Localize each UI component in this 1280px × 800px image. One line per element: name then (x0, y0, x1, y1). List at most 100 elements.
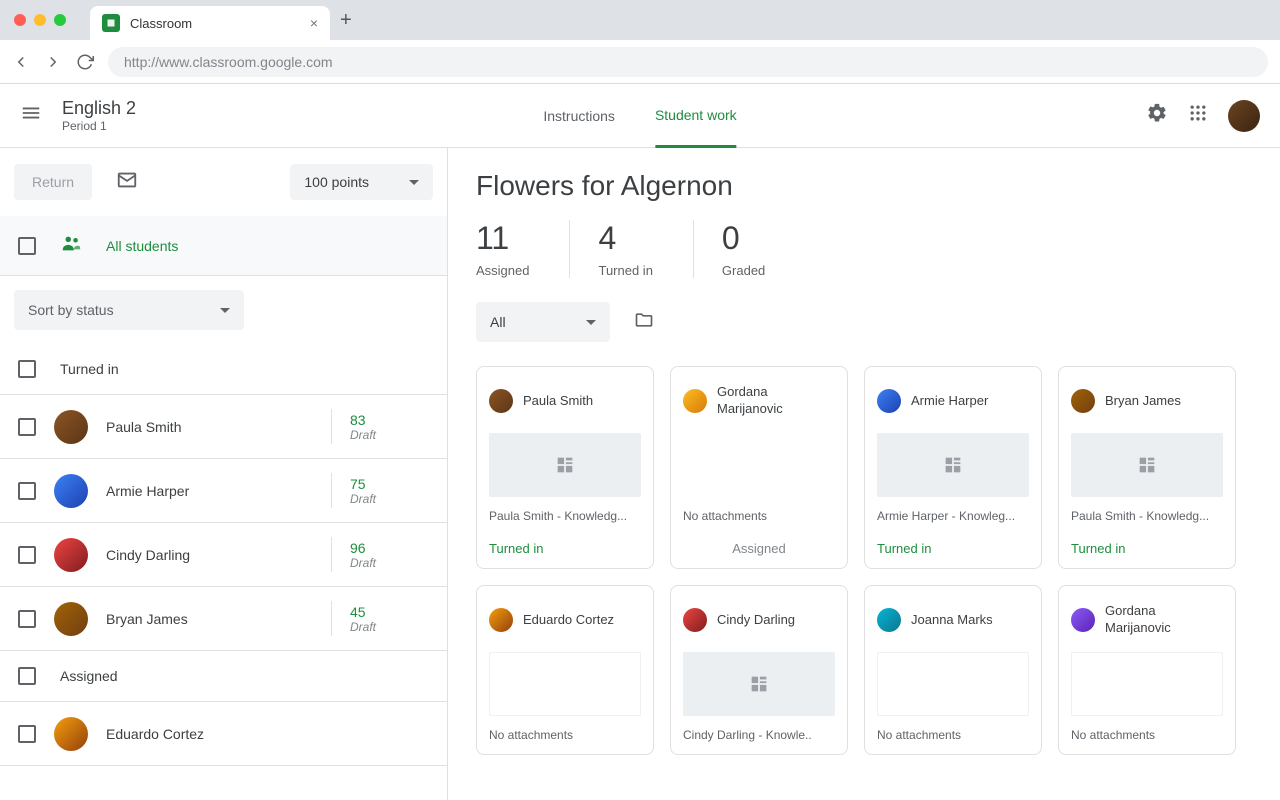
folder-icon[interactable] (634, 310, 654, 335)
student-checkbox[interactable] (18, 725, 36, 743)
browser-tab[interactable]: Classroom × (90, 6, 330, 40)
card-preview (1071, 652, 1223, 716)
student-name: Paula Smith (106, 419, 181, 435)
student-name: Armie Harper (106, 483, 189, 499)
stat-number: 4 (598, 220, 652, 257)
student-avatar (54, 410, 88, 444)
student-row[interactable]: Cindy Darling 96 Draft (0, 523, 447, 587)
student-name: Cindy Darling (106, 547, 190, 563)
card-avatar (877, 389, 901, 413)
student-card[interactable]: Bryan James Paula Smith - Knowledg... Tu… (1058, 366, 1236, 569)
card-preview (489, 652, 641, 716)
close-tab-icon[interactable]: × (310, 15, 318, 31)
grade-cell[interactable]: 96 Draft (331, 537, 376, 572)
student-checkbox[interactable] (18, 546, 36, 564)
return-button[interactable]: Return (14, 164, 92, 200)
group-checkbox[interactable] (18, 360, 36, 378)
minimize-window-icon[interactable] (34, 14, 46, 26)
student-card[interactable]: Gordana Marijanovic No attachments Assig… (670, 366, 848, 569)
new-tab-button[interactable]: + (340, 9, 352, 32)
card-preview (877, 652, 1029, 716)
student-name: Eduardo Cortez (106, 726, 204, 742)
email-icon[interactable] (116, 169, 138, 196)
grade-status: Draft (350, 556, 376, 570)
address-bar[interactable]: http://www.classroom.google.com (108, 47, 1268, 77)
student-row[interactable]: Armie Harper 75 Draft (0, 459, 447, 523)
card-status: Turned in (877, 541, 1029, 556)
settings-icon[interactable] (1146, 102, 1168, 129)
student-card[interactable]: Eduardo Cortez No attachments (476, 585, 654, 755)
people-icon (60, 232, 82, 259)
student-card[interactable]: Joanna Marks No attachments (864, 585, 1042, 755)
points-dropdown[interactable]: 100 points (290, 164, 433, 200)
app-header: English 2 Period 1 Instructions Student … (0, 84, 1280, 148)
card-file-label: Paula Smith - Knowledg... (489, 509, 641, 523)
card-file-label: Armie Harper - Knowleg... (877, 509, 1029, 523)
stat-label: Assigned (476, 263, 529, 278)
student-checkbox[interactable] (18, 482, 36, 500)
account-avatar[interactable] (1228, 100, 1260, 132)
group-checkbox[interactable] (18, 667, 36, 685)
points-label: 100 points (304, 174, 369, 190)
student-checkbox[interactable] (18, 610, 36, 628)
grade-value: 45 (350, 604, 376, 620)
select-all-checkbox[interactable] (18, 237, 36, 255)
tab-student-work[interactable]: Student work (655, 84, 737, 148)
filter-label: All (490, 314, 506, 330)
window-controls (0, 14, 80, 26)
card-file-label: No attachments (683, 509, 835, 523)
student-row[interactable]: Eduardo Cortez (0, 702, 447, 766)
stats-row: 11 Assigned4 Turned in0 Graded (476, 220, 1252, 278)
browser-chrome: Classroom × + (0, 0, 1280, 40)
back-button[interactable] (12, 53, 30, 71)
maximize-window-icon[interactable] (54, 14, 66, 26)
all-students-row[interactable]: All students (0, 216, 447, 276)
class-period: Period 1 (62, 119, 136, 133)
student-card[interactable]: Paula Smith Paula Smith - Knowledg... Tu… (476, 366, 654, 569)
menu-button[interactable] (20, 102, 42, 129)
card-student-name: Cindy Darling (717, 612, 795, 629)
student-row[interactable]: Bryan James 45 Draft (0, 587, 447, 651)
sort-dropdown[interactable]: Sort by status (14, 290, 244, 330)
classroom-favicon (102, 14, 120, 32)
forward-button[interactable] (44, 53, 62, 71)
card-preview (877, 433, 1029, 497)
card-file-label: Cindy Darling - Knowle.. (683, 728, 835, 742)
student-avatar (54, 474, 88, 508)
card-student-name: Joanna Marks (911, 612, 993, 629)
apps-icon[interactable] (1188, 103, 1208, 128)
main-panel: Flowers for Algernon 11 Assigned4 Turned… (448, 148, 1280, 800)
reload-button[interactable] (76, 53, 94, 71)
card-status: Turned in (1071, 541, 1223, 556)
tab-instructions[interactable]: Instructions (543, 84, 615, 148)
student-checkbox[interactable] (18, 418, 36, 436)
student-avatar (54, 538, 88, 572)
url-text: http://www.classroom.google.com (124, 54, 333, 70)
card-student-name: Paula Smith (523, 393, 593, 410)
student-row[interactable]: Paula Smith 83 Draft (0, 395, 447, 459)
student-card[interactable]: Gordana Marijanovic No attachments (1058, 585, 1236, 755)
filter-dropdown[interactable]: All (476, 302, 610, 342)
student-card[interactable]: Armie Harper Armie Harper - Knowleg... T… (864, 366, 1042, 569)
grade-cell[interactable]: 45 Draft (331, 601, 376, 636)
card-preview (489, 433, 641, 497)
student-card[interactable]: Cindy Darling Cindy Darling - Knowle.. (670, 585, 848, 755)
close-window-icon[interactable] (14, 14, 26, 26)
stat-label: Turned in (598, 263, 652, 278)
student-name: Bryan James (106, 611, 188, 627)
class-info[interactable]: English 2 Period 1 (62, 98, 136, 133)
grade-cell[interactable]: 83 Draft (331, 409, 376, 444)
card-student-name: Eduardo Cortez (523, 612, 614, 629)
card-student-name: Gordana Marijanovic (1105, 603, 1223, 637)
card-file-label: No attachments (1071, 728, 1223, 742)
group-assigned: Assigned (0, 651, 447, 702)
card-preview (1071, 433, 1223, 497)
student-avatar (54, 717, 88, 751)
grade-cell[interactable]: 75 Draft (331, 473, 376, 508)
sort-label: Sort by status (28, 302, 114, 318)
student-sidebar: Return 100 points All students Sort by s… (0, 148, 448, 800)
card-student-name: Gordana Marijanovic (717, 384, 835, 418)
card-student-name: Bryan James (1105, 393, 1181, 410)
stat-number: 0 (722, 220, 765, 257)
header-tabs: Instructions Student work (543, 84, 736, 148)
